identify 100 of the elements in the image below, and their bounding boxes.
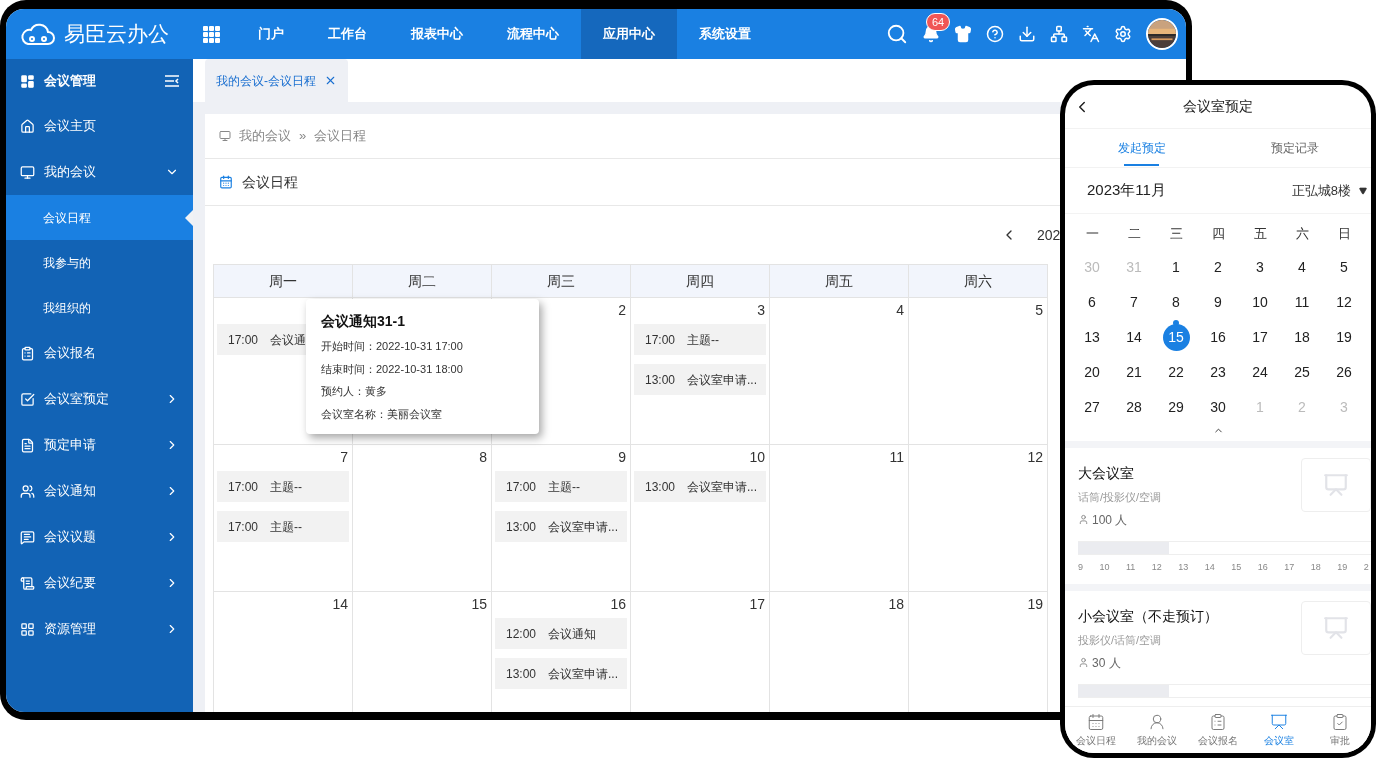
event-title: 会议室申请...: [548, 665, 619, 683]
room-equipment: 投影仪/话筒/空调: [1078, 633, 1163, 648]
calendar-day[interactable]: 18: [1288, 324, 1316, 351]
calendar-day[interactable]: 13: [1078, 324, 1106, 351]
settings-icon[interactable]: [1114, 25, 1132, 43]
calendar-day[interactable]: 14: [1120, 324, 1148, 351]
event-time: 17:00: [228, 331, 259, 349]
calendar-day[interactable]: 24: [1246, 359, 1274, 386]
calendar-day[interactable]: 17: [1246, 324, 1274, 351]
shirt-icon[interactable]: [954, 25, 972, 43]
calendar-date: 9: [618, 447, 626, 467]
calendar-event[interactable]: 17:00 主题--: [217, 471, 349, 502]
calendar-date: 2: [618, 300, 626, 320]
nav-tab[interactable]: 应用中心: [581, 9, 677, 59]
person-icon: [1078, 657, 1089, 668]
calendar-date: 4: [896, 300, 904, 320]
menu-item-icon: [20, 575, 35, 591]
calendar-event[interactable]: 13:00 会议室申请...: [634, 364, 766, 395]
calendar-day[interactable]: 9: [1204, 289, 1232, 316]
sidebar-subitem[interactable]: 我组织的: [6, 285, 193, 330]
calendar-day[interactable]: 19: [1330, 324, 1358, 351]
sidebar-item[interactable]: 资源管理: [6, 606, 193, 652]
bottom-nav-item[interactable]: 会议报名: [1187, 707, 1249, 753]
sidebar-item[interactable]: 会议主页: [6, 103, 193, 149]
tooltip-line: 预约人：黄多: [321, 384, 388, 399]
nav-tab[interactable]: 报表中心: [389, 9, 485, 59]
bottom-nav-item[interactable]: 审批: [1309, 707, 1371, 753]
close-icon[interactable]: [324, 74, 337, 87]
sidebar-item[interactable]: 会议通知: [6, 468, 193, 514]
calendar-day[interactable]: 2: [1204, 254, 1232, 281]
calendar-day[interactable]: 15: [1162, 324, 1190, 351]
calendar-day[interactable]: 11: [1288, 289, 1316, 316]
event-title: 主题--: [687, 331, 720, 349]
search-icon[interactable]: [886, 23, 908, 45]
sidebar-subitem[interactable]: 我参与的: [6, 240, 193, 285]
grid-icon[interactable]: [203, 25, 220, 43]
bottom-nav-item[interactable]: 会议日程: [1065, 707, 1127, 753]
nav-tab[interactable]: 流程中心: [485, 9, 581, 59]
calendar-day[interactable]: 4: [1288, 254, 1316, 281]
sidebar-item[interactable]: 会议议题: [6, 514, 193, 560]
menu-item-icon: [20, 621, 35, 637]
calendar-day[interactable]: 7: [1120, 289, 1148, 316]
weekday-header: 周一: [214, 265, 353, 298]
event-title: 主题--: [270, 518, 303, 536]
help-icon[interactable]: [986, 25, 1004, 43]
calendar-day[interactable]: 26: [1330, 359, 1358, 386]
weekday-header: 周六: [909, 265, 1048, 298]
calendar-day[interactable]: 6: [1078, 289, 1106, 316]
calendar-date: 15: [471, 594, 487, 614]
location-dropdown[interactable]: 正弘城8楼: [1291, 180, 1367, 201]
calendar-day[interactable]: 1: [1162, 254, 1190, 281]
nav-tab[interactable]: 工作台: [306, 9, 389, 59]
sidebar-item[interactable]: 我的会议: [6, 149, 193, 195]
calendar-event[interactable]: 17:00 主题--: [634, 324, 766, 355]
nav-tab[interactable]: 门户: [236, 9, 306, 59]
bottom-nav-item[interactable]: 会议室: [1248, 707, 1310, 753]
calendar-event[interactable]: 13:00 会议室申请...: [495, 658, 627, 689]
calendar-event[interactable]: 17:00 主题--: [217, 511, 349, 542]
app-name: 易臣云办公: [64, 21, 169, 48]
calendar-event[interactable]: 13:00 会议室申请...: [495, 511, 627, 542]
event-time: 13:00: [645, 371, 676, 389]
menu-fold-icon[interactable]: [165, 75, 179, 87]
weekday-label: 一: [1084, 225, 1100, 244]
sidebar-item[interactable]: 会议室预定: [6, 376, 193, 422]
hour-label: 16: [1257, 560, 1268, 574]
calendar-day[interactable]: 16: [1204, 324, 1232, 351]
calendar-day[interactable]: 21: [1120, 359, 1148, 386]
calendar-day[interactable]: 10: [1246, 289, 1274, 316]
calendar-day[interactable]: 25: [1288, 359, 1316, 386]
breadcrumb-link[interactable]: 我的会议: [239, 126, 291, 146]
translate-icon[interactable]: [1082, 25, 1100, 43]
bottom-nav-item[interactable]: 我的会议: [1126, 707, 1188, 753]
calendar-day[interactable]: 22: [1162, 359, 1190, 386]
weekday-label: 二: [1126, 225, 1142, 244]
calendar-day[interactable]: 12: [1330, 289, 1358, 316]
calendar-day[interactable]: 8: [1162, 289, 1190, 316]
calendar-day[interactable]: 28: [1120, 394, 1148, 421]
page-tab[interactable]: 我的会议-会议日程: [205, 59, 348, 102]
org-chart-icon[interactable]: [1050, 25, 1068, 43]
calendar-day[interactable]: 3: [1246, 254, 1274, 281]
menu-item-icon: [20, 437, 35, 453]
calendar-day[interactable]: 5: [1330, 254, 1358, 281]
calendar-event[interactable]: 12:00 会议通知: [495, 618, 627, 649]
download-icon[interactable]: [1018, 25, 1036, 43]
nav-tab[interactable]: 系统设置: [677, 9, 773, 59]
phone-tab[interactable]: 发起预定: [1065, 129, 1218, 167]
calendar-day[interactable]: 27: [1078, 394, 1106, 421]
phone-tab[interactable]: 预定记录: [1218, 129, 1371, 167]
sidebar-item[interactable]: 预定申请: [6, 422, 193, 468]
calendar-day[interactable]: 23: [1204, 359, 1232, 386]
calendar-event[interactable]: 13:00 会议室申请...: [634, 471, 766, 502]
sidebar-item[interactable]: 会议纪要: [6, 560, 193, 606]
sidebar-item[interactable]: 会议报名: [6, 330, 193, 376]
calendar-day[interactable]: 30: [1204, 394, 1232, 421]
sidebar-subitem[interactable]: 会议日程: [6, 195, 193, 240]
calendar-day[interactable]: 20: [1078, 359, 1106, 386]
breadcrumb-link[interactable]: 会议日程: [314, 126, 367, 146]
calendar-day[interactable]: 29: [1162, 394, 1190, 421]
notification-badge: 64: [926, 13, 951, 31]
calendar-event[interactable]: 17:00 主题--: [495, 471, 627, 502]
